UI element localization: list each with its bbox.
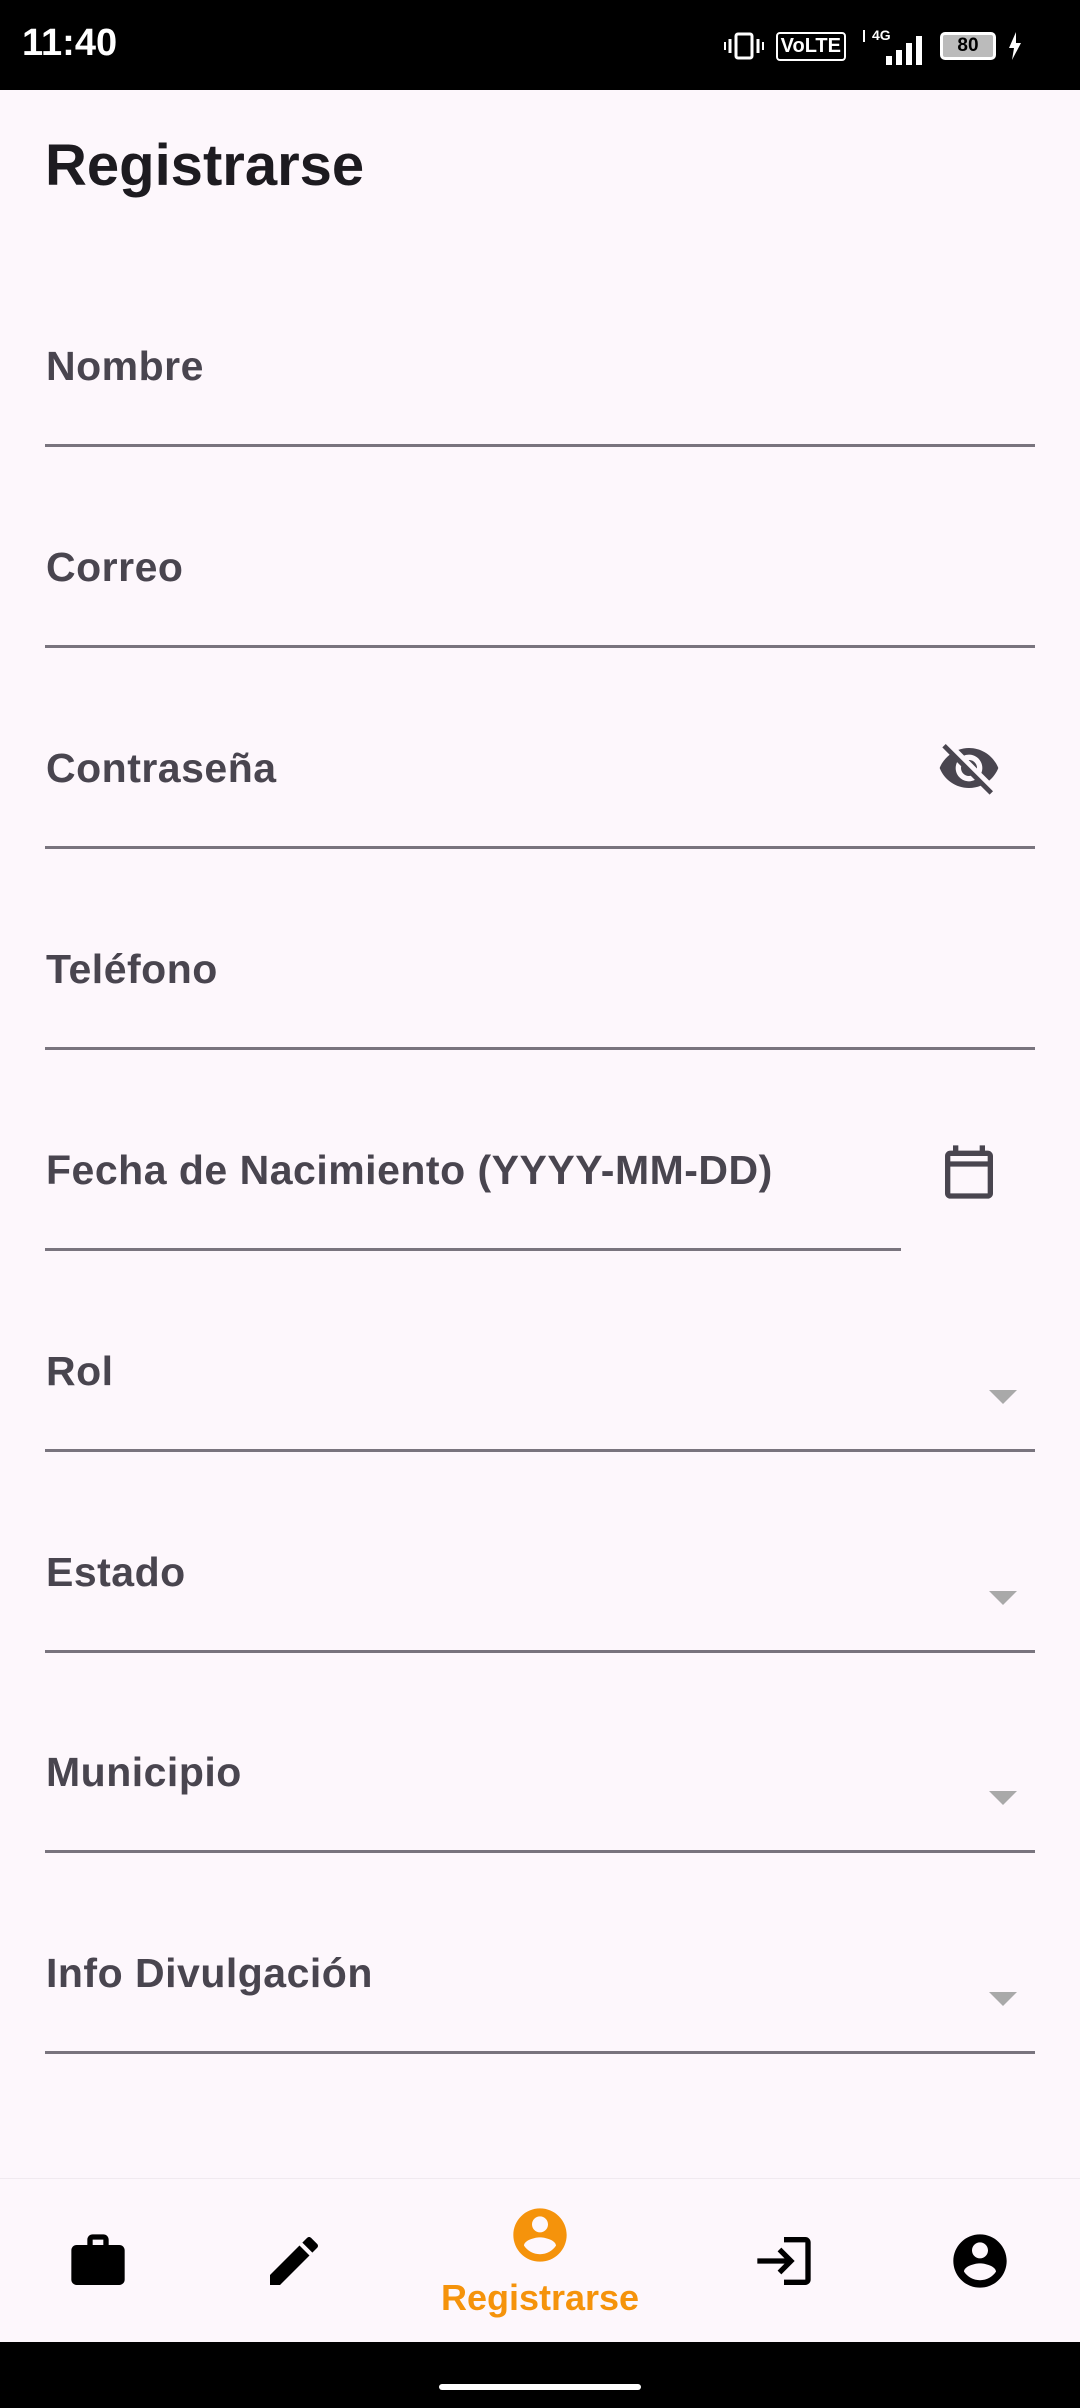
fecha-field[interactable]: Fecha de Nacimiento (YYYY-MM-DD) [45,1050,901,1251]
dropdown-arrow-icon [989,1791,1017,1805]
info-divulgacion-label: Info Divulgación [46,1950,373,1996]
nav-item-profile[interactable] [890,2179,1070,2343]
nav-item-registrarse[interactable]: Registrarse [441,2179,639,2343]
nav-item-jobs[interactable] [8,2179,188,2343]
account-circle-icon [953,2234,1007,2288]
nav-item-login[interactable] [694,2179,874,2343]
svg-text:4G: 4G [872,27,891,43]
nav-item-edit[interactable] [204,2179,384,2343]
briefcase-icon [71,2234,125,2285]
dropdown-arrow-icon [989,1992,1017,2006]
account-circle-icon [513,2208,567,2262]
volte-badge: VoLTE [775,31,846,61]
status-bar: 11:40 VoLTE 4G 80 [0,0,1080,90]
battery-indicator: 80 [940,32,996,60]
municipio-dropdown[interactable]: Municipio [45,1652,1035,1853]
vibrate-icon [723,32,764,60]
page-title: Registrarse [45,133,365,198]
login-icon [757,2237,811,2285]
telefono-label: Teléfono [46,946,218,992]
home-gesture-handle[interactable] [439,2384,641,2390]
system-gesture-bar [0,2342,1080,2408]
nav-label-registrarse: Registrarse [440,2277,640,2318]
signal-icon: 4G [863,27,922,65]
status-time: 11:40 [22,22,118,64]
rol-dropdown[interactable]: Rol [45,1251,1035,1452]
bottom-navigation: Registrarse [0,2178,1080,2342]
nombre-label: Nombre [46,343,204,389]
municipio-label: Municipio [46,1749,242,1795]
nombre-field[interactable]: Nombre [45,246,1035,447]
info-divulgacion-underline [45,2051,1035,2054]
estado-dropdown[interactable]: Estado [45,1452,1035,1653]
calendar-icon[interactable] [937,1140,1001,1204]
visibility-off-icon[interactable] [937,736,1001,800]
pencil-icon [270,2236,319,2285]
telefono-field[interactable]: Teléfono [45,849,1035,1050]
correo-field[interactable]: Correo [45,447,1035,648]
dropdown-arrow-icon [989,1591,1017,1605]
dropdown-arrow-icon [989,1390,1017,1404]
status-icons: VoLTE 4G 80 [723,24,1022,68]
fecha-label: Fecha de Nacimiento (YYYY-MM-DD) [46,1147,773,1193]
rol-label: Rol [46,1348,114,1394]
password-label: Contraseña [46,745,277,791]
correo-label: Correo [46,544,184,590]
password-field[interactable]: Contraseña [45,648,1035,849]
estado-label: Estado [46,1549,186,1595]
info-divulgacion-dropdown[interactable]: Info Divulgación [45,1853,1035,2054]
correo-input[interactable] [45,447,1035,644]
charging-icon [1009,32,1021,60]
